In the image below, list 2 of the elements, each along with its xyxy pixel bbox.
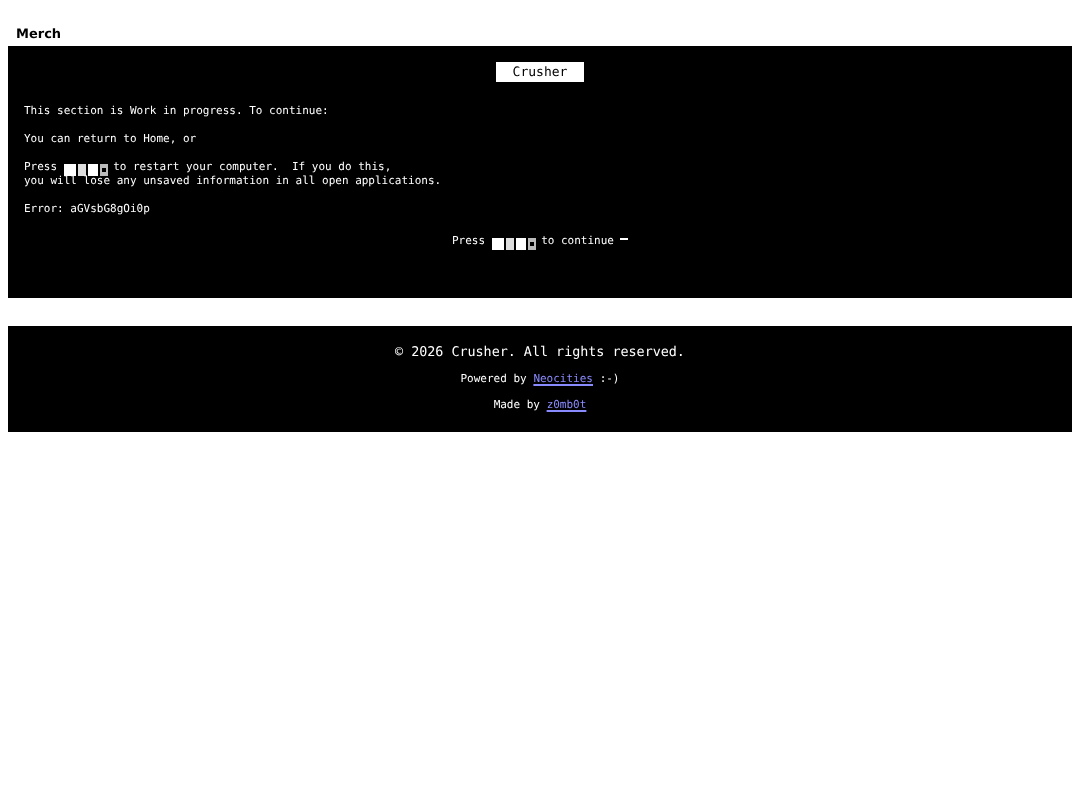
glitch-key-icon <box>491 237 536 249</box>
glitch-key-icon <box>63 163 108 175</box>
